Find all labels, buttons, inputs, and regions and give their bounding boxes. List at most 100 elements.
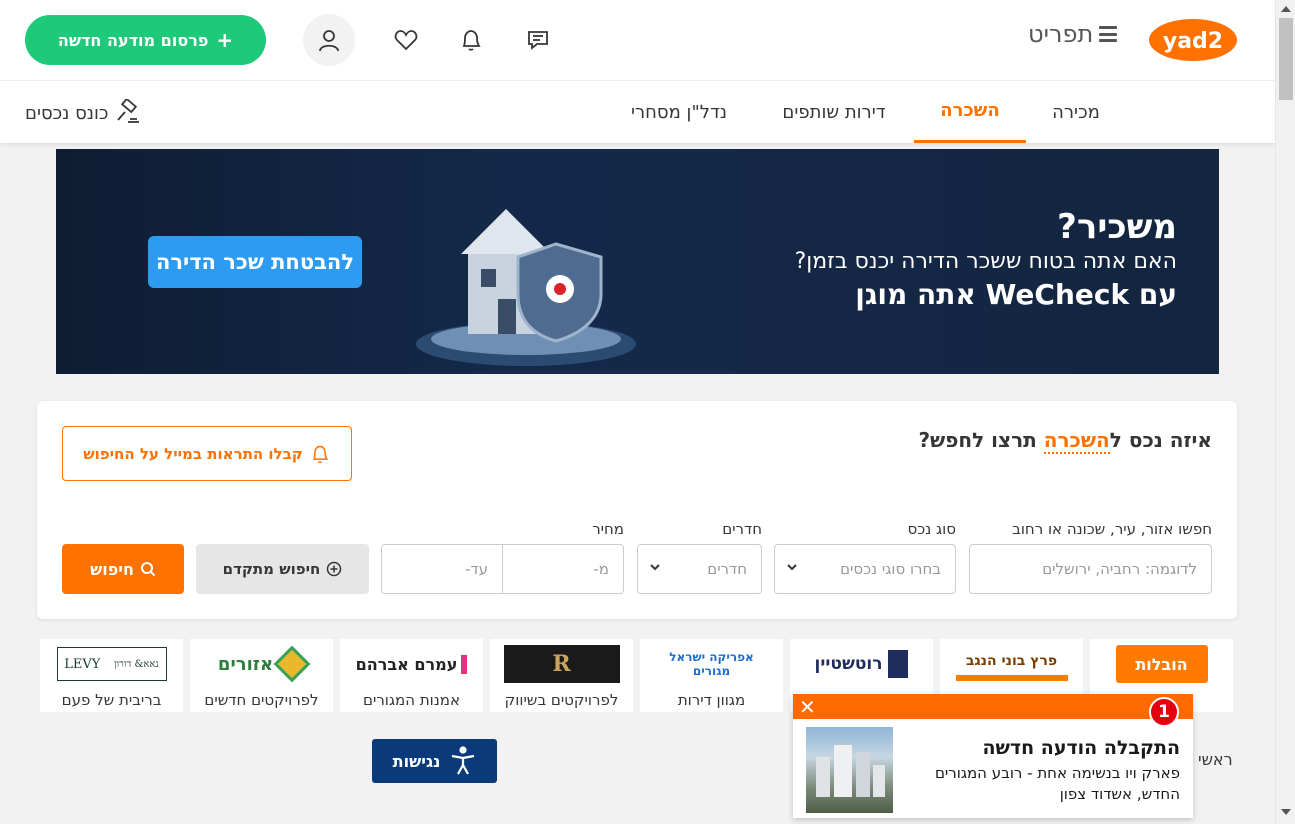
notification-body: פארק ויו בנשימה אחת - רובע המגורים החדש,… <box>934 764 1180 803</box>
partial-section-title: ראשי <box>1198 750 1233 769</box>
rent-guarantee-button[interactable]: להבטחת שכר הדירה <box>148 236 362 288</box>
chevron-down-icon <box>787 564 797 571</box>
project-logo: אזורים <box>190 639 333 689</box>
wecheck-banner[interactable]: להבטחת שכר הדירה משכיר? האם אתה בטוח ששכ… <box>56 149 1219 374</box>
menu-button[interactable]: תפריט <box>1028 20 1118 48</box>
banner-subheading: האם אתה בטוח ששכר הדירה יכנס בזמן? <box>794 249 1177 274</box>
project-logo-text: אפריקה ישראל מגורים <box>669 650 754 678</box>
post-ad-label: פרסום מודעה חדשה <box>57 30 209 50</box>
tab-sale[interactable]: מכירה <box>1030 81 1122 143</box>
banner-heading: משכיר? <box>1057 207 1177 247</box>
project-caption: בריבית של פעם <box>61 691 162 709</box>
foreclosure-link[interactable]: כונס נכסים <box>25 99 142 127</box>
project-logo-text: LEVY <box>64 656 101 672</box>
advanced-search-button[interactable]: חיפוש מתקדם <box>196 544 369 594</box>
notification-count-badge: 1 <box>1149 697 1179 727</box>
scroll-thumb[interactable] <box>1279 18 1293 100</box>
top-header: + פרסום מודעה חדשה תפריט yad2 <box>0 0 1275 80</box>
search-panel: איזה נכס להשכרה תרצו לחפש? קבלו התראות ב… <box>37 401 1237 619</box>
rooms-label: חדרים <box>722 520 762 538</box>
project-logo-mark <box>273 645 311 683</box>
price-to-placeholder: עד- <box>465 560 488 578</box>
accessibility-button[interactable]: נגישות <box>372 739 497 783</box>
advanced-search-label: חיפוש מתקדם <box>222 560 321 578</box>
project-card[interactable]: אזורים לפרויקטים חדשים <box>190 639 333 712</box>
price-from-placeholder: מ- <box>593 560 609 578</box>
notification-title: התקבלה הודעה חדשה <box>982 737 1180 759</box>
project-card[interactable]: אפריקה ישראל מגורים מגוון דירות <box>640 639 783 712</box>
banner-text: משכיר? האם אתה בטוח ששכר הדירה יכנס בזמן… <box>795 207 1177 311</box>
page-scrollbar[interactable] <box>1275 0 1295 824</box>
project-card[interactable]: LEVY נאא& דורון בריבית של פעם <box>40 639 183 712</box>
project-logo-text: R <box>503 645 620 683</box>
project-logo: רוטשטיין <box>790 639 933 689</box>
project-logo: R <box>490 639 633 689</box>
tab-commercial-real-estate[interactable]: נדל"ן מסחרי <box>620 81 738 143</box>
project-logo: פרץ בוני הנגב <box>940 639 1083 689</box>
search-question-prefix: איזה נכס ל <box>1109 428 1212 452</box>
project-caption: לפרויקטים בשיווק <box>504 691 619 709</box>
user-icon[interactable] <box>303 14 355 66</box>
bell-icon[interactable] <box>445 14 497 66</box>
tab-roommates[interactable]: דירות שותפים <box>770 81 898 143</box>
tab-rent[interactable]: השכרה <box>914 81 1026 143</box>
location-placeholder: לדוגמה: רחביה, ירושלים <box>1042 560 1197 578</box>
project-logo-text: הובלות <box>1115 645 1208 683</box>
gavel-icon <box>117 99 140 123</box>
project-logo-mark <box>888 650 909 678</box>
menu-label: תפריט <box>1028 20 1094 48</box>
property-type-placeholder: בחרו סוגי נכסים <box>840 560 941 578</box>
email-alert-button[interactable]: קבלו התראות במייל על החיפוש <box>62 426 352 481</box>
house-shield-illustration <box>416 209 636 366</box>
logo-text: yad2 <box>1163 29 1223 54</box>
search-button[interactable]: חיפוש <box>62 544 184 594</box>
project-logo-text: פרץ בוני הנגב <box>955 647 1068 681</box>
chat-icon[interactable] <box>512 14 564 66</box>
project-logo-text: עמרם אברהם <box>356 654 468 674</box>
yad2-logo[interactable]: yad2 <box>1148 18 1238 62</box>
project-logo: עמרם אברהם <box>340 639 483 689</box>
project-card[interactable]: עמרם אברהם אמנות המגורים <box>340 639 483 712</box>
project-caption: לפרויקטים חדשים <box>204 691 319 709</box>
property-type-label: סוג נכס <box>907 520 956 538</box>
accessibility-label: נגישות <box>392 751 441 771</box>
project-logo: אפריקה ישראל מגורים <box>640 639 783 689</box>
project-logo: LEVY נאא& דורון <box>40 639 183 689</box>
price-label: מחיר <box>592 520 624 538</box>
property-type-select[interactable]: בחרו סוגי נכסים <box>774 544 956 594</box>
search-label: חיפוש <box>90 559 134 579</box>
accessibility-icon <box>452 746 475 775</box>
bell-icon <box>312 445 329 463</box>
price-to-input[interactable]: עד- <box>381 544 503 594</box>
heart-icon[interactable] <box>380 14 432 66</box>
plus-circle-icon <box>327 561 342 577</box>
search-question-highlight[interactable]: השכרה <box>1043 428 1110 454</box>
chevron-down-icon <box>650 564 660 571</box>
project-logo-text: אזורים <box>217 653 274 675</box>
foreclosure-label: כונס נכסים <box>25 102 109 124</box>
project-logo-text-secondary: נאא& דורון <box>113 658 159 670</box>
post-ad-button[interactable]: + פרסום מודעה חדשה <box>25 15 266 65</box>
notification-image <box>806 727 893 813</box>
new-message-notification[interactable]: ✕ 1 התקבלה הודעה חדשה פארק ויו בנשימה אח… <box>793 694 1193 818</box>
project-card[interactable]: R לפרויקטים בשיווק <box>490 639 633 712</box>
banner-strong: עם WeCheck אתה מוגן <box>855 278 1177 311</box>
category-nav: מכירה השכרה דירות שותפים נדל"ן מסחרי כונ… <box>0 80 1275 143</box>
rooms-placeholder: חדרים <box>707 560 747 578</box>
scroll-down-arrow-icon[interactable] <box>1281 809 1291 815</box>
email-alert-label: קבלו התראות במייל על החיפוש <box>83 444 303 463</box>
scroll-up-arrow-icon[interactable] <box>1281 6 1291 12</box>
project-logo-text: רוטשטיין <box>814 654 883 674</box>
close-icon[interactable]: ✕ <box>799 695 816 719</box>
project-caption: אמנות המגורים <box>363 691 460 709</box>
location-input[interactable]: לדוגמה: רחביה, ירושלים <box>969 544 1212 594</box>
rooms-select[interactable]: חדרים <box>637 544 762 594</box>
search-question: איזה נכס להשכרה תרצו לחפש? <box>918 428 1212 454</box>
search-icon <box>140 562 156 577</box>
project-caption: מגוון דירות <box>677 691 746 709</box>
price-from-input[interactable]: מ- <box>502 544 624 594</box>
hamburger-icon <box>1099 26 1118 42</box>
location-label: חפשו אזור, עיר, שכונה או רחוב <box>1012 520 1212 538</box>
search-question-suffix: תרצו לחפש? <box>918 428 1044 452</box>
plus-icon: + <box>216 28 234 52</box>
